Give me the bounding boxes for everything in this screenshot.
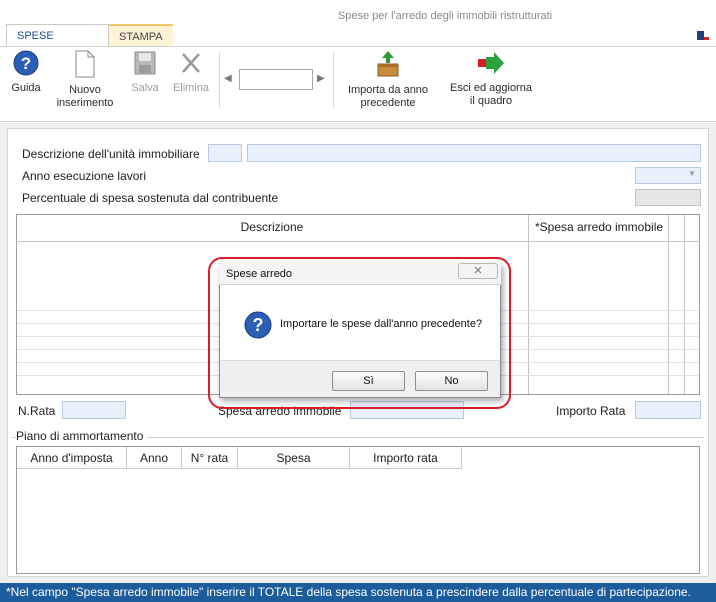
footer-note: *Nel campo "Spesa arredo immobile" inser…: [0, 583, 716, 602]
descrizione-unita-label: Descrizione dell'unità immobiliare: [22, 147, 200, 161]
help-icon: ?: [8, 50, 44, 80]
tab-stampa[interactable]: STAMPA: [109, 24, 173, 46]
nav-previous-icon[interactable]: ◀: [224, 73, 232, 84]
guida-button[interactable]: ? Guida: [8, 50, 44, 95]
nuovo-label-2: inserimento: [56, 97, 114, 109]
grid-column-divider: [684, 215, 685, 394]
unita-description-field[interactable]: [247, 144, 701, 162]
col-descrizione-header[interactable]: Descrizione: [16, 220, 528, 234]
exit-arrow-icon: [441, 50, 541, 80]
save-disk-icon: [125, 50, 165, 80]
window-title: Spese per l'arredo degli immobili ristru…: [337, 10, 553, 22]
nuovo-label-1: Nuovo: [69, 84, 101, 96]
anno-lavori-label: Anno esecuzione lavori: [22, 169, 147, 183]
importo-rata-field[interactable]: [635, 401, 701, 419]
grid-column-divider: [528, 215, 529, 394]
importa-label-1: Importa da anno: [347, 84, 429, 96]
n-rata-field[interactable]: [62, 401, 126, 419]
anno-lavori-select[interactable]: ▼: [635, 167, 701, 184]
piano-col-header[interactable]: Importo rata: [350, 447, 462, 469]
import-box-icon: [339, 50, 437, 82]
tab-spese-arredo[interactable]: SPESE ARREDO: [6, 24, 109, 64]
delete-x-icon: [168, 50, 214, 80]
guida-label: Guida: [11, 82, 41, 94]
esci-aggiorna-quadro-button[interactable]: Esci ed aggiorna il quadro: [441, 50, 541, 108]
esci-label-1: Esci ed aggiorna: [450, 82, 532, 94]
elimina-button[interactable]: Elimina: [168, 50, 214, 95]
ribbon-separator: [333, 52, 334, 108]
record-navigator-input[interactable]: [239, 69, 313, 90]
dialog-highlight-outline: [208, 257, 511, 409]
grid-column-divider: [668, 215, 669, 394]
new-document-icon: [50, 50, 120, 82]
esci-label-2: il quadro: [469, 95, 513, 107]
ribbon-separator: [219, 52, 220, 108]
elimina-label: Elimina: [172, 82, 210, 94]
piano-col-header[interactable]: Anno d'imposta: [17, 447, 127, 469]
importa-label-2: precedente: [360, 97, 416, 109]
n-rata-label: N.Rata: [18, 404, 56, 418]
unita-code-field[interactable]: [208, 144, 242, 162]
piano-col-header[interactable]: Spesa: [238, 447, 350, 469]
piano-title: Piano di ammortamento: [16, 429, 148, 443]
salva-button[interactable]: Salva: [125, 50, 165, 95]
svg-text:?: ?: [21, 54, 31, 73]
chevron-down-icon: ▼: [688, 169, 696, 178]
nuovo-inserimento-button[interactable]: Nuovo inserimento: [50, 50, 120, 110]
nav-next-icon[interactable]: ▶: [317, 73, 325, 84]
percentuale-field[interactable]: [635, 189, 701, 206]
salva-label: Salva: [131, 82, 159, 94]
piano-col-header[interactable]: Anno: [127, 447, 182, 469]
importa-anno-precedente-button[interactable]: Importa da anno precedente: [339, 50, 437, 110]
col-spesa-header[interactable]: *Spesa arredo immobile: [530, 220, 668, 234]
restore-window-icon[interactable]: [697, 28, 709, 40]
percentuale-label: Percentuale di spesa sostenuta dal contr…: [22, 191, 279, 205]
piano-col-header[interactable]: N° rata: [182, 447, 238, 469]
importo-rata-label: Importo Rata: [556, 404, 626, 418]
